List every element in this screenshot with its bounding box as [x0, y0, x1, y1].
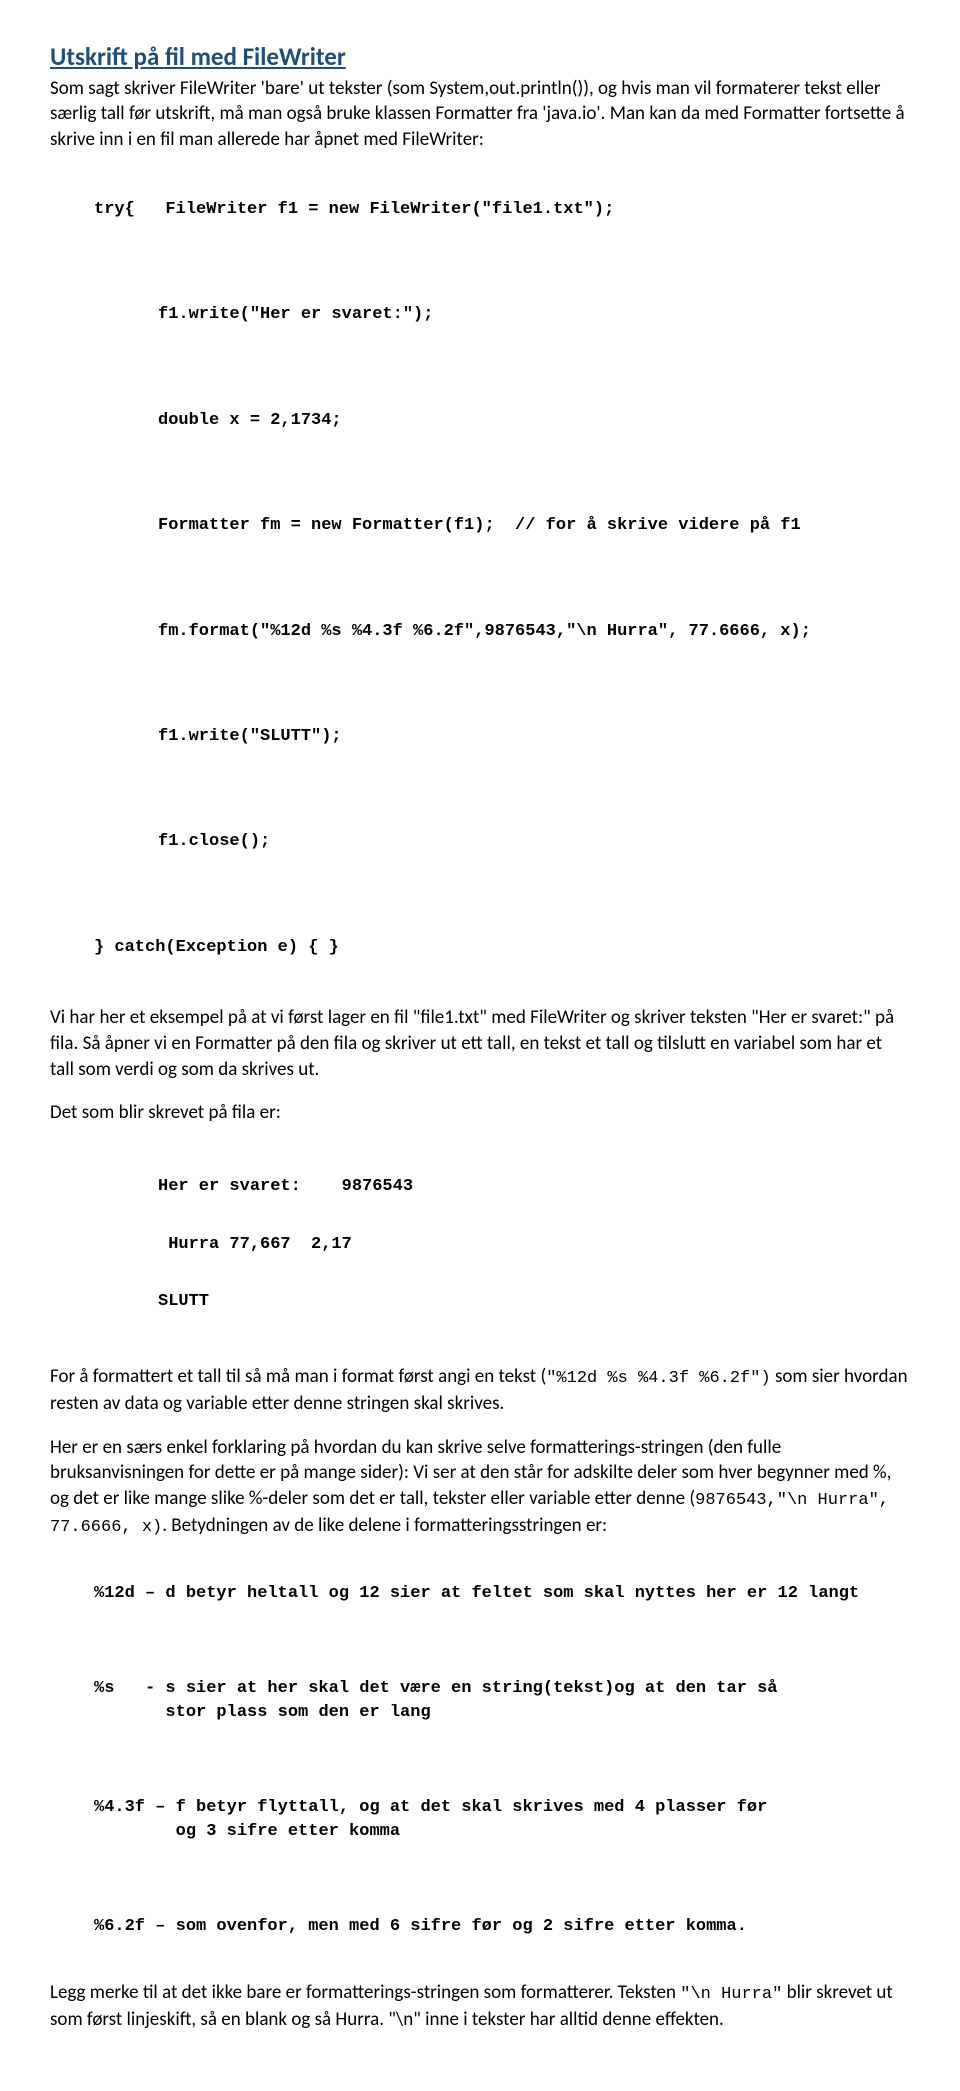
fmt-line: %6.2f – som ovenfor, men med 6 sifre før… [94, 1915, 910, 1939]
code-line: f1.close(); [50, 829, 910, 855]
fmt-line: %4.3f – f betyr flyttall, og at det skal… [94, 1796, 910, 1844]
format-specifier-list: %12d – d betyr heltall og 12 sier at fel… [50, 1558, 910, 1963]
text: . Betydningen av de like delene i format… [162, 1514, 607, 1537]
newline-note-paragraph: Legg merke til at det ikke bare er forma… [50, 1980, 910, 2033]
format-parts-paragraph: Her er en særs enkel forklaring på hvord… [50, 1435, 910, 1540]
code-line: f1.write("SLUTT"); [50, 724, 910, 750]
output-example: Her er svaret: 9876543 Hurra 77,667 2,17… [50, 1144, 910, 1346]
code-line: } catch(Exception e) { } [50, 935, 910, 961]
explanation-paragraph: Vi har her et eksempel på at vi først la… [50, 1005, 910, 1082]
inline-code: "%12d %s %4.3f %6.2f") [546, 1369, 770, 1388]
output-line: Her er svaret: 9876543 [158, 1173, 910, 1202]
text: Legg merke til at det ikke bare er forma… [50, 1981, 680, 2004]
code-line: f1.write("Her er svaret:"); [50, 302, 910, 328]
output-line: Hurra 77,667 2,17 [158, 1231, 910, 1260]
code-line: Formatter fm = new Formatter(f1); // for… [50, 513, 910, 539]
fmt-line: %12d – d betyr heltall og 12 sier at fel… [94, 1582, 910, 1606]
text: For å formattert et tall til så må man i… [50, 1365, 546, 1388]
output-intro: Det som blir skrevet på fila er: [50, 1100, 910, 1126]
code-line: double x = 2,1734; [50, 408, 910, 434]
code-line: fm.format("%12d %s %4.3f %6.2f",9876543,… [50, 619, 910, 645]
inline-code: "\n Hurra" [680, 1985, 782, 2004]
code-line: try{ FileWriter f1 = new FileWriter("fil… [50, 197, 910, 223]
intro-paragraph: Som sagt skriver FileWriter 'bare' ut te… [50, 76, 910, 153]
code-example: try{ FileWriter f1 = new FileWriter("fil… [50, 171, 910, 988]
format-explain-paragraph: For å formattert et tall til så må man i… [50, 1364, 910, 1417]
section-heading: Utskrift på fil med FileWriter [50, 40, 910, 74]
output-line: SLUTT [158, 1288, 910, 1317]
fmt-line: %s - s sier at her skal det være en stri… [94, 1677, 910, 1725]
